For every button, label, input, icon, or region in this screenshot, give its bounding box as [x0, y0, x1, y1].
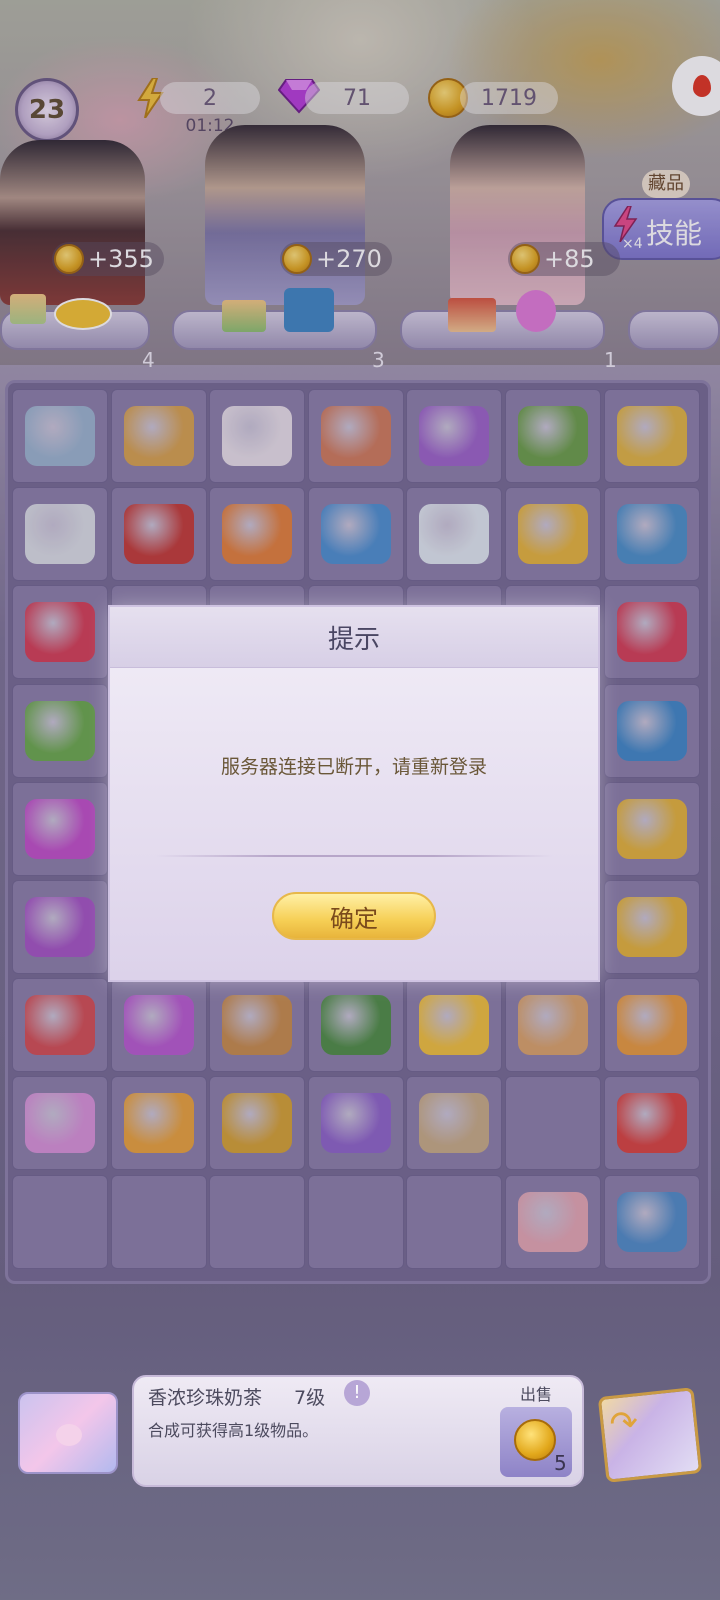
confirm-button-label: 确定	[330, 904, 378, 933]
gift-icon	[56, 1424, 82, 1446]
dialog-title: 提示	[327, 624, 380, 655]
gift-box-button[interactable]	[18, 1392, 118, 1474]
dialog-divider	[155, 855, 553, 857]
dialog-header: 提示	[110, 607, 598, 668]
sell-label: 出售	[520, 1385, 553, 1404]
item-description: 合成可获得高1级物品。	[148, 1421, 319, 1440]
info-icon[interactable]: !	[344, 1380, 370, 1406]
item-level: 7级	[294, 1387, 326, 1409]
dialog-message: 服务器连接已断开，请重新登录	[220, 756, 487, 778]
confirm-button[interactable]: 确定	[272, 892, 436, 940]
sell-button[interactable]: 5	[500, 1407, 572, 1477]
map-scroll-button[interactable]: ↷	[597, 1387, 703, 1483]
coin-icon	[514, 1419, 556, 1461]
arrow-icon: ↷	[607, 1402, 641, 1446]
item-name: 香浓珍珠奶茶	[148, 1387, 263, 1409]
sell-price: 5	[554, 1451, 567, 1475]
alert-dialog: 提示 服务器连接已断开，请重新登录 确定	[110, 607, 598, 980]
